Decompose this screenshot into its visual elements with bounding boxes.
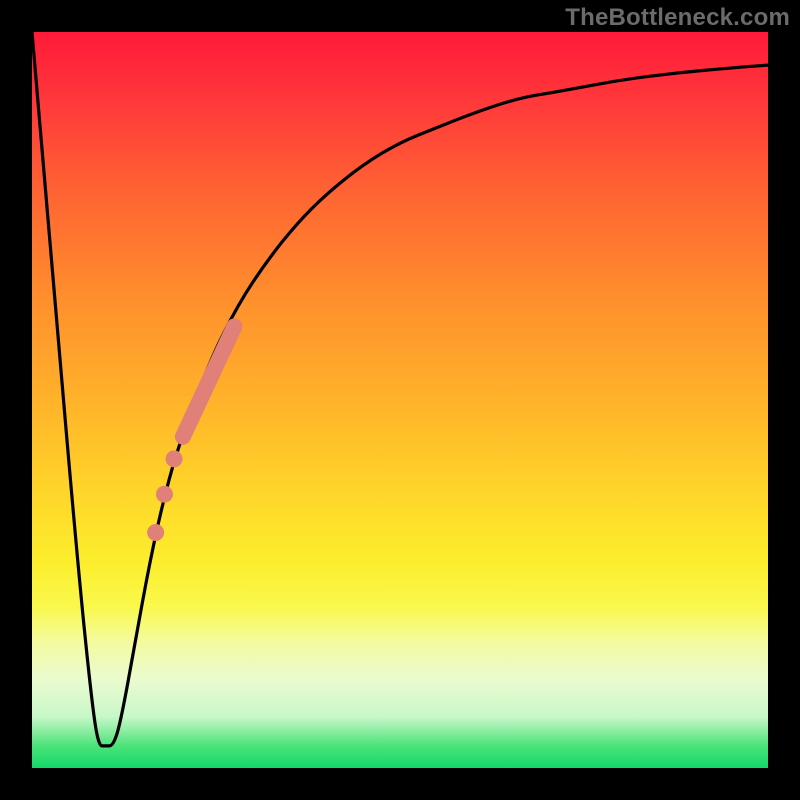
bottleneck-curve: [32, 32, 768, 746]
marker-dot-3: [147, 524, 164, 541]
chart-svg: [32, 32, 768, 768]
marker-dot-2: [156, 486, 173, 503]
chart-frame: TheBottleneck.com: [0, 0, 800, 800]
watermark-text: TheBottleneck.com: [565, 4, 790, 32]
marker-dot-1: [166, 450, 183, 467]
marker-segment: [183, 326, 235, 436]
plot-area: [32, 32, 768, 768]
